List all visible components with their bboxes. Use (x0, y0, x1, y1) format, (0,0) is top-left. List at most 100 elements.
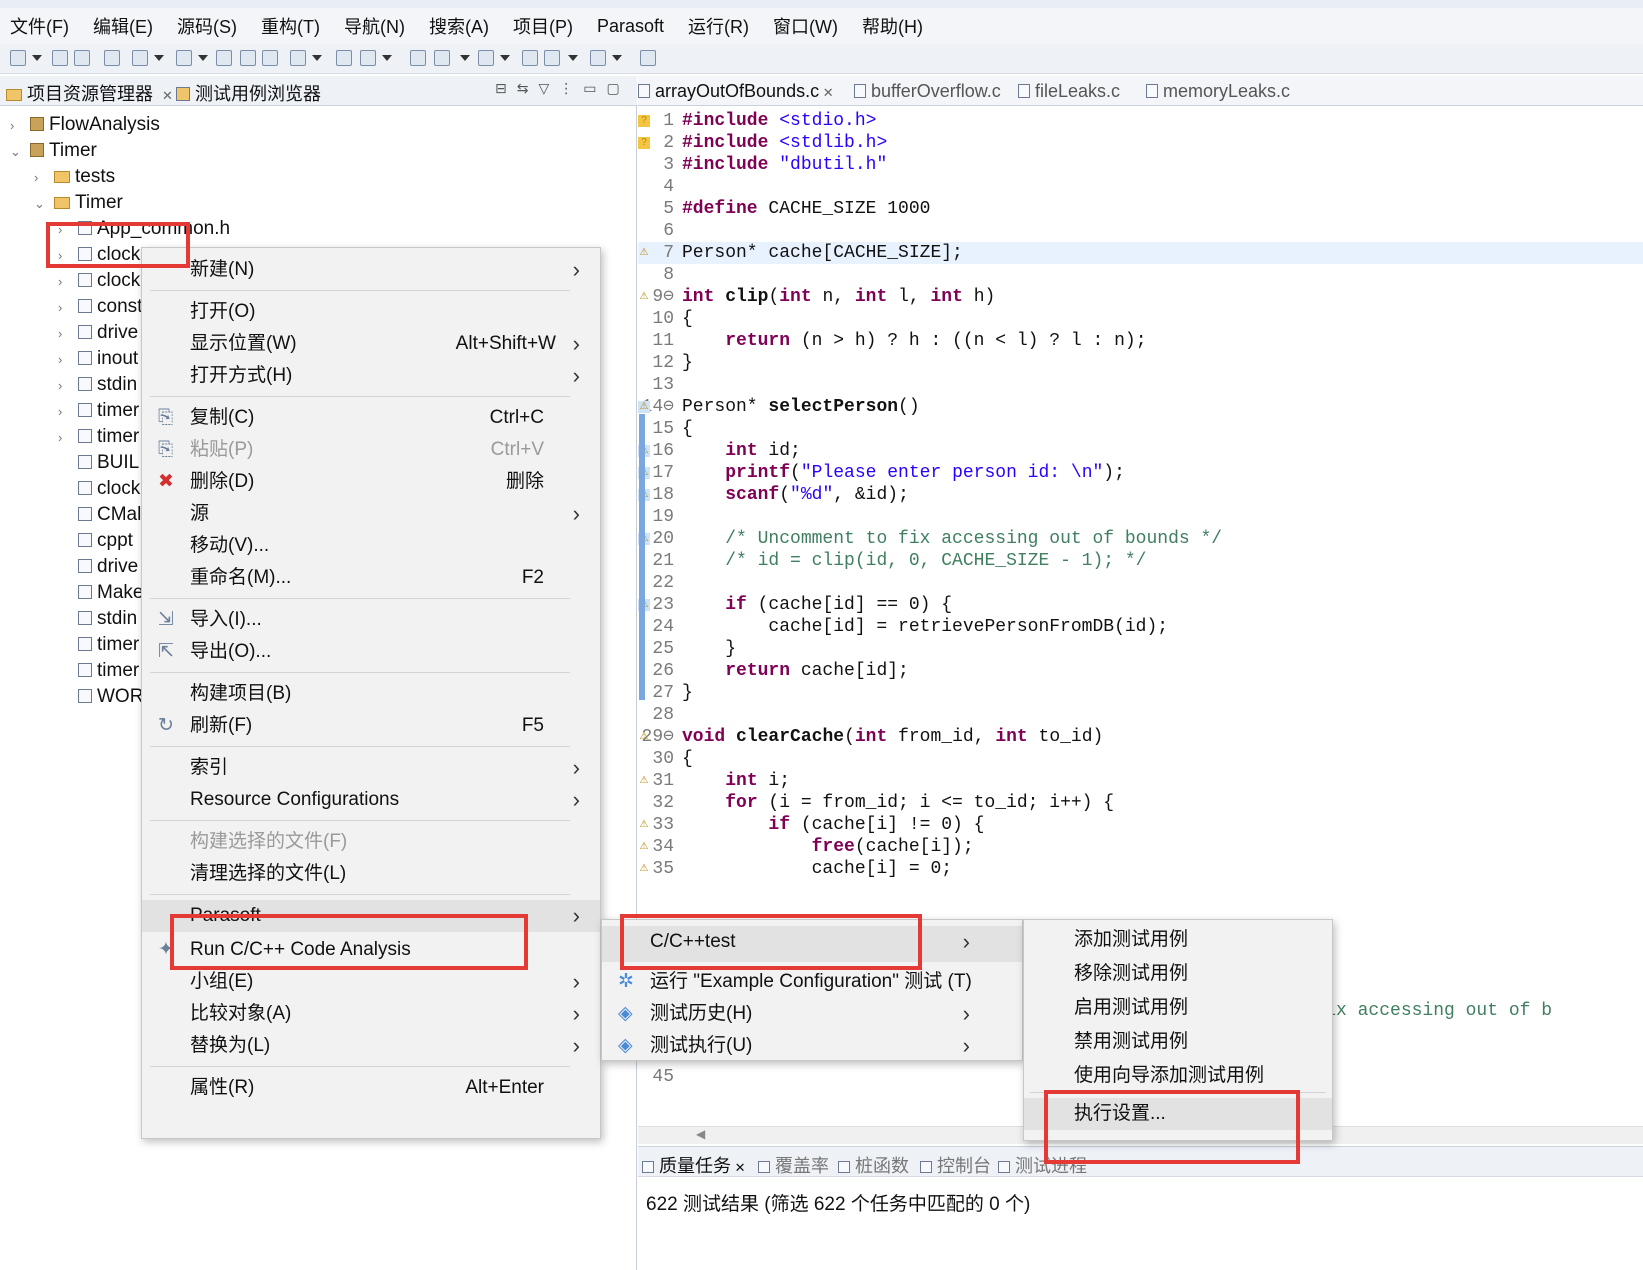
warning-icon[interactable]: ⚠ (638, 819, 650, 831)
code-line[interactable]: 4 (638, 176, 1643, 198)
tab-project-explorer[interactable]: 项目资源管理器 ✕ (6, 80, 173, 106)
collapsed-icon[interactable]: › (58, 399, 70, 425)
context-menu-item-r[interactable]: 属性(R) Alt+Enter (142, 1072, 600, 1104)
dropdown-arrow-icon[interactable] (500, 55, 510, 61)
tree-item[interactable]: › tests (34, 164, 115, 190)
cpptest-menu-item-item[interactable]: 添加测试用例 (1024, 924, 1332, 956)
dropdown-arrow-icon[interactable] (612, 55, 622, 61)
tree-item[interactable]: ⌄ Timer (10, 138, 97, 164)
tree-item[interactable]: › clock (58, 268, 140, 294)
toolbar-button-icon[interactable] (10, 50, 26, 66)
context-menu-item-a[interactable]: 比较对象(A) › (142, 998, 600, 1030)
tree-item[interactable]: › const (58, 294, 142, 320)
tree-item[interactable]: › App_common.h (58, 216, 230, 242)
dropdown-arrow-icon[interactable] (568, 55, 578, 61)
tree-item[interactable]: › drive (58, 320, 138, 346)
tree-item[interactable]: timer (58, 632, 139, 658)
code-line[interactable]: 13 (638, 374, 1643, 396)
code-line[interactable]: 35 cache[i] = 0; (638, 858, 1643, 880)
context-menu-item-run-c-c-code-analysis[interactable]: ✦ Run C/C++ Code Analysis (142, 934, 600, 966)
bottom-tab[interactable]: 质量任务 ✕ (642, 1152, 746, 1178)
code-line[interactable]: 34 free(cache[i]); (638, 836, 1643, 858)
code-line[interactable]: 27} (638, 682, 1643, 704)
tab-test-case-browser[interactable]: 测试用例浏览器 (176, 80, 321, 106)
tree-item[interactable]: › timer (58, 398, 139, 424)
context-menu-item-m[interactable]: 重命名(M)... F2 (142, 562, 600, 594)
context-menu-item-b[interactable]: 构建项目(B) (142, 678, 600, 710)
code-line[interactable]: 5 #define CACHE_SIZE 1000 (638, 198, 1643, 220)
tree-item[interactable]: cppt (58, 528, 133, 554)
warning-question-icon[interactable]: ? (638, 137, 650, 149)
code-line[interactable]: 33 if (cache[i] != 0) { (638, 814, 1643, 836)
toolbar-button-icon[interactable] (104, 50, 120, 66)
collapsed-icon[interactable]: › (58, 321, 70, 347)
menu-item-5[interactable]: 搜索(A) (429, 13, 489, 39)
context-menu-item-f[interactable]: ↻ 刷新(F) F5 (142, 710, 600, 742)
warning-icon[interactable]: ⚠ (638, 247, 650, 259)
code-line[interactable]: 23 if (cache[id] == 0) { (638, 594, 1643, 616)
collapsed-icon[interactable]: › (58, 217, 70, 243)
tree-item[interactable]: timer (58, 658, 139, 684)
dropdown-arrow-icon[interactable] (312, 55, 322, 61)
dropdown-arrow-icon[interactable] (460, 55, 470, 61)
tree-item[interactable]: › inout (58, 346, 138, 372)
context-menu-item-n[interactable]: 新建(N) › (142, 254, 600, 286)
toolbar-button-icon[interactable] (176, 50, 192, 66)
tree-item[interactable]: drive (58, 554, 138, 580)
code-line[interactable]: 8 (638, 264, 1643, 286)
code-line[interactable]: 22 (638, 572, 1643, 594)
context-menu-item-l[interactable]: 替换为(L) › (142, 1030, 600, 1062)
context-menu-item-o[interactable]: ⇱ 导出(O)... (142, 636, 600, 668)
context-menu-item-item[interactable]: 源 › (142, 498, 600, 530)
context-menu-item-v[interactable]: 移动(V)... (142, 530, 600, 562)
bottom-tab[interactable]: 控制台 (920, 1152, 991, 1178)
close-icon[interactable]: ✕ (162, 88, 173, 103)
editor-tab[interactable]: arrayOutOfBounds.c ✕ (638, 81, 834, 102)
editor-tab[interactable]: bufferOverflow.c (854, 81, 1001, 102)
toolbar-button-icon[interactable] (434, 50, 450, 66)
dropdown-arrow-icon[interactable] (32, 55, 42, 61)
tree-item[interactable]: › clock (58, 242, 140, 268)
toolbar-button-icon[interactable] (240, 50, 256, 66)
code-line[interactable]: 11 return (n > h) ? h : ((n < l) ? l : n… (638, 330, 1643, 352)
warning-question-icon[interactable]: ? (638, 115, 650, 127)
toolbar-button-icon[interactable] (290, 50, 306, 66)
tree-item[interactable]: › timer (58, 424, 139, 450)
context-menu-item-l[interactable]: 清理选择的文件(L) (142, 858, 600, 890)
context-menu-item-parasoft[interactable]: Parasoft › (142, 900, 600, 932)
toolbar-button-icon[interactable] (336, 50, 352, 66)
code-line[interactable]: 10 { (638, 308, 1643, 330)
code-line[interactable]: 31 int i; (638, 770, 1643, 792)
toolbar-button-icon[interactable] (640, 50, 656, 66)
context-menu-item-w[interactable]: 显示位置(W) Alt+Shift+W › (142, 328, 600, 360)
dropdown-arrow-icon[interactable] (382, 55, 392, 61)
code-line[interactable]: 18 scanf("%d", &id); (638, 484, 1643, 506)
context-menu-item-resource-configurations[interactable]: Resource Configurations › (142, 784, 600, 816)
toolbar-button-icon[interactable] (544, 50, 560, 66)
context-menu-item-d[interactable]: ✖ 删除(D) 删除 (142, 466, 600, 498)
marker-icon[interactable]: ⚠ (638, 401, 650, 413)
collapsed-icon[interactable]: › (58, 269, 70, 295)
toolbar-button-icon[interactable] (478, 50, 494, 66)
menu-item-10[interactable]: 帮助(H) (862, 13, 923, 39)
code-line[interactable]: 16 int id; (638, 440, 1643, 462)
menu-item-9[interactable]: 窗口(W) (773, 13, 838, 39)
code-line[interactable]: 7 Person* cache[CACHE_SIZE]; (638, 242, 1643, 264)
bottom-tab[interactable]: 覆盖率 (758, 1152, 829, 1178)
warning-icon[interactable]: ⚠ (638, 841, 650, 853)
dropdown-arrow-icon[interactable] (198, 55, 208, 61)
menu-item-7[interactable]: Parasoft (597, 16, 664, 37)
menu-item-2[interactable]: 源码(S) (177, 13, 237, 39)
collapsed-icon[interactable]: › (34, 165, 46, 191)
toolbar-button-icon[interactable] (216, 50, 232, 66)
code-line[interactable]: 28 (638, 704, 1643, 726)
code-line[interactable]: 20 /* Uncomment to fix accessing out of … (638, 528, 1643, 550)
expanded-icon[interactable]: ⌄ (10, 139, 22, 165)
code-line[interactable]: 19 (638, 506, 1643, 528)
bottom-tab[interactable]: 桩函数 (838, 1152, 909, 1178)
tree-item[interactable]: CMal (58, 502, 141, 528)
code-line[interactable]: 26 return cache[id]; (638, 660, 1643, 682)
menu-item-1[interactable]: 编辑(E) (93, 13, 153, 39)
cpptest-menu-item-item[interactable]: 启用测试用例 (1024, 992, 1332, 1024)
tree-item[interactable]: clock (58, 476, 140, 502)
